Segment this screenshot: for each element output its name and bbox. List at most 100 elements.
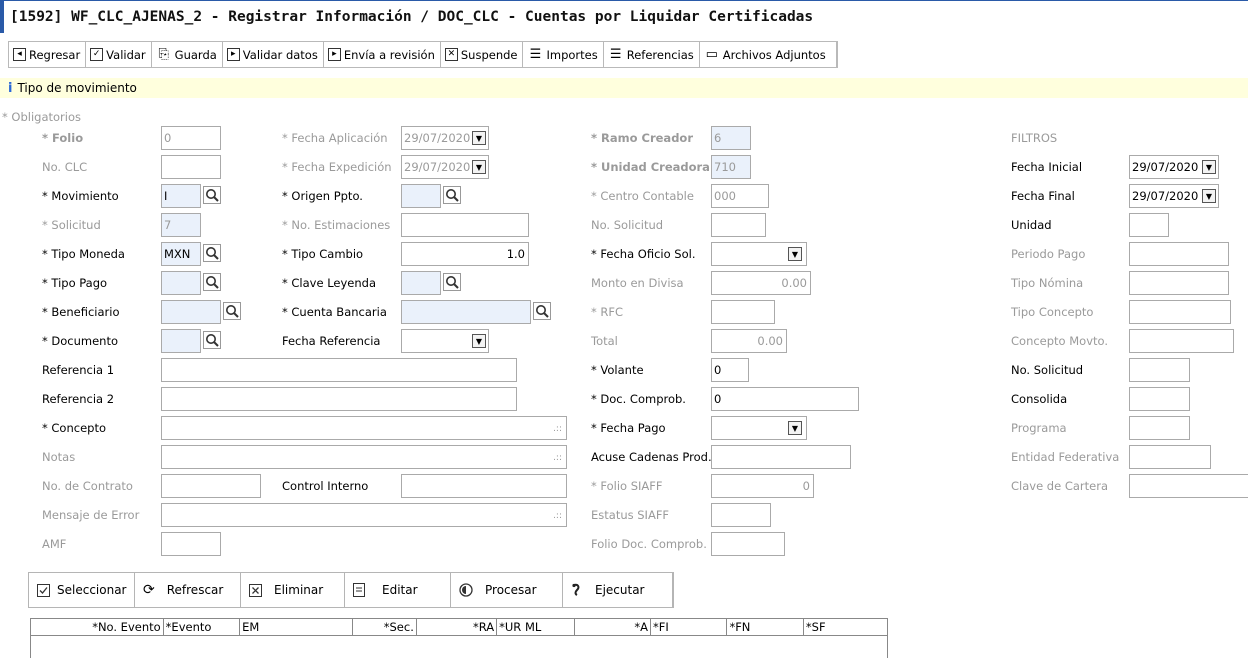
origen-ppto-field[interactable] bbox=[401, 184, 441, 208]
ejecutar-button[interactable]: Ejecutar bbox=[563, 573, 673, 607]
fecha-pago-dropdown-icon[interactable]: ▼ bbox=[788, 421, 802, 435]
validar-button[interactable]: ✓ Validar bbox=[86, 42, 152, 67]
col-ur-ml[interactable]: *UR ML bbox=[497, 619, 575, 635]
monto-divisa-label: Monto en Divisa bbox=[591, 276, 684, 290]
no-estimaciones-field[interactable] bbox=[401, 213, 529, 237]
col-fn[interactable]: *FN bbox=[727, 619, 804, 635]
col-ra[interactable]: *RA bbox=[417, 619, 498, 635]
concepto-movto-field[interactable] bbox=[1129, 329, 1234, 353]
unidad-creadora-label: * Unidad Creadora bbox=[591, 160, 710, 174]
monto-divisa-field[interactable]: 0.00 bbox=[711, 271, 811, 295]
tipo-nomina-field[interactable] bbox=[1129, 271, 1229, 295]
tipo-concepto-field[interactable] bbox=[1129, 300, 1231, 324]
tipo-moneda-field[interactable]: MXN bbox=[161, 242, 201, 266]
col-em[interactable]: EM bbox=[240, 619, 353, 635]
programa-field[interactable] bbox=[1129, 416, 1190, 440]
procesar-button[interactable]: Procesar bbox=[451, 573, 563, 607]
clave-leyenda-field[interactable] bbox=[401, 271, 441, 295]
cuenta-bancaria-search-icon[interactable] bbox=[533, 302, 551, 320]
movimiento-field[interactable]: I bbox=[161, 184, 201, 208]
col-no-evento[interactable]: *No. Evento bbox=[31, 619, 164, 635]
referencias-button[interactable]: ☰ Referencias bbox=[604, 42, 700, 67]
importes-button[interactable]: ☰ Importes bbox=[523, 42, 604, 67]
acuse-field[interactable] bbox=[711, 445, 851, 469]
solicitud-field[interactable]: 7 bbox=[161, 213, 201, 237]
folio-doc-comprob-field[interactable] bbox=[711, 532, 785, 556]
doc-comprob-field[interactable]: 0 bbox=[711, 387, 859, 411]
no-contrato-field[interactable] bbox=[161, 474, 261, 498]
notas-textarea[interactable]: .:: bbox=[161, 445, 567, 469]
fecha-inicial-dropdown-icon[interactable]: ▼ bbox=[1202, 160, 1216, 174]
no-solicitud-label: No. Solicitud bbox=[591, 218, 664, 232]
process-icon bbox=[459, 583, 473, 597]
regresar-button[interactable]: ◂ Regresar bbox=[9, 42, 87, 67]
tipo-pago-search-icon[interactable] bbox=[203, 273, 221, 291]
fecha-oficio-dropdown-icon[interactable]: ▼ bbox=[788, 247, 802, 261]
editar-button[interactable]: Editar bbox=[345, 573, 451, 607]
concepto-textarea[interactable]: .:: bbox=[161, 416, 567, 440]
mensaje-error-textarea[interactable]: .:: bbox=[161, 503, 567, 527]
amf-field[interactable] bbox=[161, 532, 221, 556]
beneficiario-field[interactable] bbox=[161, 300, 221, 324]
fecha-expedicion-dropdown-icon[interactable]: ▼ bbox=[472, 160, 486, 174]
col-fi[interactable]: *FI bbox=[651, 619, 728, 635]
tipo-moneda-search-icon[interactable] bbox=[203, 244, 221, 262]
clave-cartera-field[interactable] bbox=[1129, 474, 1248, 498]
referencia2-field[interactable] bbox=[161, 387, 517, 411]
volante-label: * Volante bbox=[591, 363, 644, 377]
entidad-federativa-field[interactable] bbox=[1129, 445, 1211, 469]
estatus-siaff-field[interactable] bbox=[711, 503, 771, 527]
documento-field[interactable] bbox=[161, 329, 201, 353]
consolida-label: Consolida bbox=[1011, 392, 1068, 406]
table-icon: ☰ bbox=[529, 47, 542, 62]
fecha-final-dropdown-icon[interactable]: ▼ bbox=[1202, 189, 1216, 203]
clave-cartera-label: Clave de Cartera bbox=[1011, 479, 1109, 493]
envia-revision-button[interactable]: ▸ Envía a revisión bbox=[324, 42, 441, 67]
folio-siaff-field[interactable]: 0 bbox=[711, 474, 814, 498]
unidad-creadora-field[interactable]: 710 bbox=[711, 155, 751, 179]
notas-label: Notas bbox=[42, 450, 76, 464]
eliminar-button[interactable]: Eliminar bbox=[241, 573, 345, 607]
fecha-aplicacion-dropdown-icon[interactable]: ▼ bbox=[472, 131, 486, 145]
rfc-field[interactable] bbox=[711, 300, 775, 324]
unidad-field[interactable] bbox=[1129, 213, 1169, 237]
events-grid-body[interactable] bbox=[30, 636, 888, 658]
fecha-inicial-label: Fecha Inicial bbox=[1011, 160, 1083, 174]
tipo-pago-field[interactable] bbox=[161, 271, 201, 295]
fecha-referencia-dropdown-icon[interactable]: ▼ bbox=[472, 334, 486, 348]
col-a[interactable]: *A bbox=[575, 619, 651, 635]
periodo-pago-field[interactable] bbox=[1129, 242, 1229, 266]
cuenta-bancaria-field[interactable] bbox=[401, 300, 531, 324]
documento-search-icon[interactable] bbox=[203, 331, 221, 349]
movimiento-search-icon[interactable] bbox=[203, 186, 221, 204]
no-clc-label: No. CLC bbox=[42, 160, 88, 174]
beneficiario-search-icon[interactable] bbox=[223, 302, 241, 320]
fecha-aplicacion-label: * Fecha Aplicación bbox=[282, 131, 388, 145]
control-interno-field[interactable] bbox=[401, 474, 567, 498]
run-icon bbox=[571, 583, 583, 597]
col-sf[interactable]: *SF bbox=[804, 619, 887, 635]
filtro-no-solicitud-field[interactable] bbox=[1129, 358, 1190, 382]
centro-contable-field[interactable]: 000 bbox=[711, 184, 769, 208]
col-sec[interactable]: *Sec. bbox=[353, 619, 417, 635]
origen-ppto-search-icon[interactable] bbox=[443, 186, 461, 204]
refrescar-button[interactable]: ⟳ Refrescar bbox=[135, 573, 241, 607]
archivos-adjuntos-button[interactable]: ▭ Archivos Adjuntos bbox=[700, 42, 837, 67]
no-solicitud-field[interactable] bbox=[711, 213, 766, 237]
tipo-cambio-field[interactable]: 1.0 bbox=[401, 242, 529, 266]
suspende-button[interactable]: ✕ Suspende bbox=[441, 42, 524, 67]
validar-datos-button[interactable]: ▸ Validar datos bbox=[223, 42, 324, 67]
ramo-creador-field[interactable]: 6 bbox=[711, 126, 751, 150]
clave-leyenda-search-icon[interactable] bbox=[443, 273, 461, 291]
referencia1-field[interactable] bbox=[161, 358, 517, 382]
movimiento-label: * Movimiento bbox=[42, 189, 119, 203]
total-field[interactable]: 0.00 bbox=[711, 329, 787, 353]
guarda-button[interactable]: ⎘ Guarda bbox=[152, 42, 223, 67]
seleccionar-button[interactable]: Seleccionar bbox=[29, 573, 135, 607]
volante-field[interactable]: 0 bbox=[711, 358, 749, 382]
col-evento[interactable]: *Evento bbox=[164, 619, 241, 635]
required-note: * Obligatorios bbox=[2, 110, 81, 124]
no-clc-field[interactable] bbox=[161, 155, 221, 179]
consolida-field[interactable] bbox=[1129, 387, 1190, 411]
folio-field[interactable]: 0 bbox=[161, 126, 221, 150]
